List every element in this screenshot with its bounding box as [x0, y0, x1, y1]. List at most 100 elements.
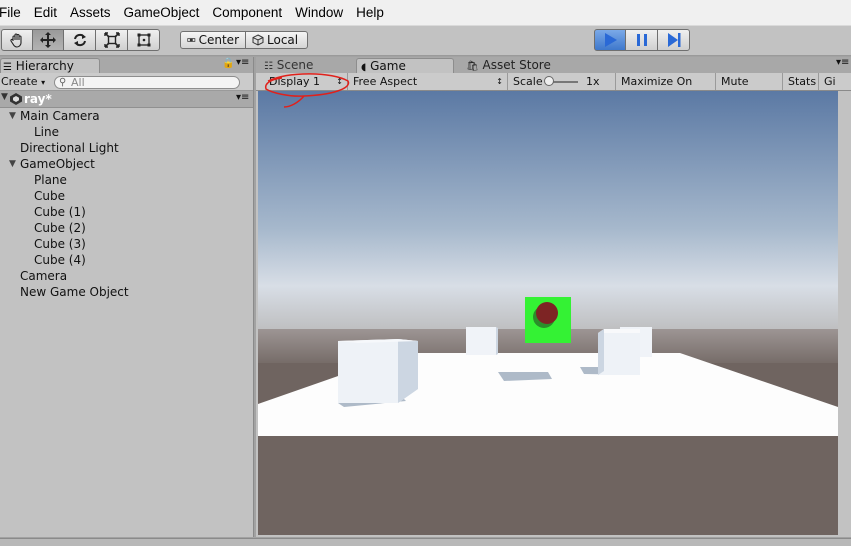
tree-item-line[interactable]: Line: [0, 124, 253, 140]
asset-store-tab-label: Asset Store: [482, 58, 551, 72]
panel-menu-icon[interactable]: ▾≡: [236, 57, 249, 68]
aspect-label: Free Aspect: [353, 75, 418, 88]
hierarchy-panel: ☰ Hierarchy 🔒 ▾≡ Create ▾ ⚲ All ▼ ray* ▾…: [0, 57, 254, 537]
hand-tool-icon: [10, 33, 22, 48]
expand-arrow-icon[interactable]: ▼: [9, 156, 16, 172]
hand-tool-button[interactable]: [1, 29, 33, 51]
game-view[interactable]: [258, 91, 838, 535]
tree-item-plane[interactable]: Plane: [0, 172, 253, 188]
panel-menu-icon[interactable]: ▾≡: [836, 57, 849, 68]
scene-menu-icon[interactable]: ▾≡: [236, 92, 249, 103]
tree-item-main-camera[interactable]: ▼ Main Camera: [0, 108, 253, 124]
tree-item-camera[interactable]: Camera: [0, 268, 253, 284]
menu-bar: File Edit Assets GameObject Component Wi…: [0, 0, 851, 26]
scale-tool-icon: [103, 32, 120, 48]
move-tool-button[interactable]: [32, 29, 64, 51]
aspect-dropdown[interactable]: Free Aspect ↕: [348, 73, 508, 90]
red-ball: [536, 302, 558, 324]
tree-item-label: Directional Light: [20, 141, 119, 155]
scale-control: Scale 1x: [508, 73, 616, 90]
shopping-bag-icon: 🛍: [466, 61, 479, 72]
move-tool-icon: [40, 32, 56, 48]
step-icon: [667, 33, 680, 47]
scale-label: Scale: [513, 75, 543, 88]
menu-assets[interactable]: Assets: [70, 5, 111, 20]
tree-item-cube-3[interactable]: Cube (3): [0, 236, 253, 252]
game-tab-label: Game: [370, 59, 406, 73]
maximize-on-play-toggle[interactable]: Maximize On Play: [616, 73, 716, 105]
tree-item-cube-4[interactable]: Cube (4): [0, 252, 253, 268]
center-label: Center: [198, 33, 239, 47]
tree-item-cube-1[interactable]: Cube (1): [0, 204, 253, 220]
main-toolbar: Center Local: [0, 26, 851, 56]
annotation-circle: [264, 73, 350, 108]
gizmos-label: Gi: [824, 75, 836, 88]
search-icon: ⚲: [59, 77, 67, 88]
tree-item-cube-2[interactable]: Cube (2): [0, 220, 253, 236]
tree-item-label: Line: [34, 125, 60, 139]
rect-tool-button[interactable]: [127, 29, 160, 51]
pacman-icon: ◖: [361, 62, 367, 73]
expand-arrow-icon[interactable]: ▼: [1, 92, 8, 102]
search-placeholder: All: [71, 76, 85, 89]
pause-button[interactable]: [625, 29, 658, 51]
local-label: Local: [267, 33, 299, 47]
hierarchy-tab-label: Hierarchy: [15, 59, 74, 73]
unity-scene-icon: [10, 93, 22, 105]
stats-toggle[interactable]: Stats: [783, 73, 819, 90]
game-view-render: [258, 91, 838, 535]
tree-item-label: Cube (3): [34, 237, 86, 251]
create-dropdown[interactable]: Create ▾: [1, 75, 45, 88]
mute-audio-toggle[interactable]: Mute Audio: [716, 73, 783, 105]
tree-item-label: Cube: [34, 189, 65, 203]
hierarchy-list-icon: ☰: [3, 62, 12, 73]
hierarchy-toolbar: Create ▾ ⚲ All: [0, 73, 253, 91]
tab-game[interactable]: ◖ Game: [356, 58, 454, 74]
play-icon: [605, 33, 617, 47]
tree-item-gameobject[interactable]: ▼ GameObject: [0, 156, 253, 172]
pivot-center-toggle[interactable]: Center: [180, 31, 246, 49]
tab-asset-store[interactable]: 🛍 Asset Store: [462, 58, 572, 74]
stats-label: Stats: [788, 75, 817, 88]
scene-name: ray*: [24, 92, 52, 106]
menu-gameobject[interactable]: GameObject: [124, 5, 200, 20]
chevron-down-icon: ▾: [41, 78, 46, 87]
menu-component[interactable]: Component: [212, 5, 282, 20]
expand-arrow-icon[interactable]: ▼: [9, 108, 16, 124]
pivot-local-toggle[interactable]: Local: [245, 31, 308, 49]
cube-small-side: [496, 327, 498, 355]
cube-right-front: [598, 333, 640, 375]
tree-item-label: GameObject: [20, 157, 95, 171]
menu-help[interactable]: Help: [356, 5, 384, 20]
tree-item-label: Cube (1): [34, 205, 86, 219]
tree-item-new-game-object[interactable]: New Game Object: [0, 284, 253, 300]
step-button[interactable]: [657, 29, 690, 51]
play-button[interactable]: [594, 29, 626, 51]
tree-item-cube[interactable]: Cube: [0, 188, 253, 204]
tab-hierarchy[interactable]: ☰ Hierarchy: [0, 58, 100, 74]
hierarchy-tab-row: ☰ Hierarchy 🔒 ▾≡: [0, 57, 253, 74]
create-label: Create: [1, 75, 38, 88]
bottom-status-bar: [0, 538, 851, 546]
menu-file[interactable]: File: [0, 5, 21, 20]
dropdown-arrows-icon: ↕: [496, 77, 503, 86]
hierarchy-search-input[interactable]: ⚲ All: [54, 76, 240, 89]
tree-item-directional-light[interactable]: Directional Light: [0, 140, 253, 156]
scale-slider-thumb[interactable]: [544, 76, 554, 86]
scale-value: 1x: [586, 75, 600, 88]
scene-row[interactable]: ▼ ray* ▾≡: [0, 91, 253, 108]
rotate-tool-button[interactable]: [63, 29, 96, 51]
rotate-tool-icon: [73, 33, 86, 47]
rect-tool-icon: [137, 33, 150, 47]
hierarchy-tree: ▼ Main Camera Line Directional Light ▼ G…: [0, 108, 253, 300]
scale-tool-button[interactable]: [95, 29, 128, 51]
tree-item-label: New Game Object: [20, 285, 129, 299]
cube-right-side: [598, 329, 604, 375]
lock-icon[interactable]: 🔒: [222, 58, 234, 69]
menu-edit[interactable]: Edit: [34, 5, 57, 20]
gizmos-toggle[interactable]: Gi: [819, 73, 851, 90]
tree-item-label: Camera: [20, 269, 68, 283]
menu-window[interactable]: Window: [295, 5, 343, 20]
tree-item-label: Main Camera: [20, 109, 100, 123]
cube-small: [466, 327, 496, 355]
